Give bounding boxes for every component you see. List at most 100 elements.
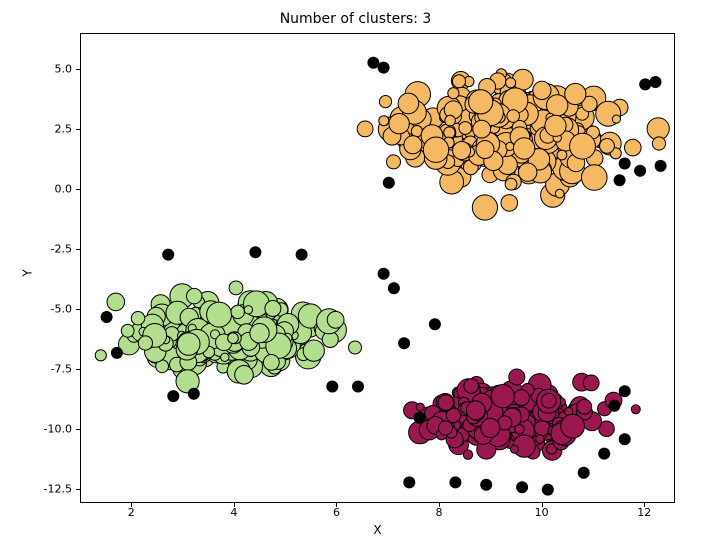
point-outlier xyxy=(326,381,338,393)
point-outlier xyxy=(650,76,662,88)
x-tick-label: 10 xyxy=(535,506,549,519)
point-cluster-0 xyxy=(265,301,281,317)
point-cluster-1 xyxy=(501,195,518,212)
point-cluster-1 xyxy=(600,139,615,154)
point-cluster-1 xyxy=(389,114,409,134)
point-outlier xyxy=(542,484,554,496)
x-tick-label: 12 xyxy=(637,506,651,519)
x-tick-label: 6 xyxy=(333,506,340,519)
point-outlier xyxy=(608,400,620,412)
point-cluster-1 xyxy=(652,137,665,150)
point-cluster-2 xyxy=(464,379,479,394)
point-cluster-1 xyxy=(472,195,497,220)
point-cluster-1 xyxy=(557,150,567,160)
point-cluster-2 xyxy=(466,401,485,420)
point-cluster-1 xyxy=(582,165,608,191)
point-cluster-0 xyxy=(250,324,269,343)
y-tick-label: -7.5 xyxy=(22,362,72,375)
point-cluster-2 xyxy=(561,414,585,438)
point-cluster-0 xyxy=(349,341,362,354)
point-outlier xyxy=(367,57,379,69)
point-cluster-0 xyxy=(244,306,252,314)
point-cluster-1 xyxy=(625,139,642,156)
point-outlier xyxy=(619,158,631,170)
point-cluster-0 xyxy=(121,324,134,337)
point-cluster-1 xyxy=(379,96,391,108)
point-outlier xyxy=(111,347,123,359)
point-cluster-2 xyxy=(491,385,514,408)
point-outlier xyxy=(388,282,400,294)
point-outlier xyxy=(167,390,179,402)
point-cluster-1 xyxy=(505,178,517,190)
point-outlier xyxy=(249,246,261,258)
x-axis-label: X xyxy=(80,523,675,537)
y-tick-label: -5.0 xyxy=(22,302,72,315)
y-tick-label: 0.0 xyxy=(22,182,72,195)
chart-title: Number of clusters: 3 xyxy=(0,11,711,27)
point-outlier xyxy=(414,412,426,424)
point-cluster-1 xyxy=(533,81,551,99)
point-cluster-0 xyxy=(177,333,200,356)
point-outlier xyxy=(480,479,492,491)
point-outlier xyxy=(614,174,626,186)
point-cluster-1 xyxy=(445,115,456,126)
point-cluster-0 xyxy=(207,302,232,327)
point-cluster-1 xyxy=(444,127,455,138)
point-cluster-1 xyxy=(507,110,520,123)
point-cluster-2 xyxy=(583,375,599,391)
point-cluster-1 xyxy=(513,138,534,159)
point-outlier xyxy=(352,381,364,393)
point-cluster-2 xyxy=(511,445,519,453)
x-tick-label: 4 xyxy=(230,506,237,519)
point-cluster-2 xyxy=(416,403,424,411)
point-cluster-2 xyxy=(536,435,544,443)
point-cluster-1 xyxy=(512,69,533,90)
point-cluster-0 xyxy=(263,355,279,371)
point-cluster-0 xyxy=(131,312,144,325)
point-cluster-1 xyxy=(423,137,448,162)
point-cluster-1 xyxy=(469,90,493,114)
point-outlier xyxy=(378,62,390,74)
point-outlier xyxy=(378,268,390,280)
point-cluster-2 xyxy=(577,399,592,414)
point-cluster-1 xyxy=(448,88,459,99)
y-tick-label: 5.0 xyxy=(22,62,72,75)
point-cluster-1 xyxy=(476,141,494,159)
point-outlier xyxy=(578,467,590,479)
point-outlier xyxy=(598,448,610,460)
point-cluster-0 xyxy=(303,340,324,361)
point-cluster-2 xyxy=(541,393,556,408)
point-cluster-0 xyxy=(235,366,254,385)
point-cluster-1 xyxy=(555,189,564,198)
point-cluster-2 xyxy=(439,421,453,435)
figure: Number of clusters: 3 Y X 24681012 -12.5… xyxy=(0,0,711,545)
point-cluster-1 xyxy=(453,142,471,160)
point-outlier xyxy=(655,160,667,172)
point-outlier xyxy=(398,337,410,349)
point-cluster-0 xyxy=(107,293,125,311)
point-outlier xyxy=(162,249,174,261)
point-cluster-0 xyxy=(327,311,344,328)
point-cluster-0 xyxy=(95,350,106,361)
y-tick-label: 2.5 xyxy=(22,122,72,135)
point-cluster-0 xyxy=(187,288,202,303)
point-cluster-1 xyxy=(545,115,566,136)
point-outlier xyxy=(403,476,415,488)
point-cluster-2 xyxy=(535,420,550,435)
point-outlier xyxy=(516,481,528,493)
point-cluster-1 xyxy=(473,120,491,138)
point-cluster-1 xyxy=(357,121,373,137)
point-cluster-2 xyxy=(513,390,529,406)
point-outlier xyxy=(296,249,308,261)
point-cluster-1 xyxy=(565,83,586,104)
point-outlier xyxy=(449,476,461,488)
plot-area xyxy=(80,33,675,503)
point-outlier xyxy=(619,433,631,445)
point-cluster-0 xyxy=(229,281,243,295)
point-cluster-0 xyxy=(228,333,239,344)
x-tick-label: 8 xyxy=(436,506,443,519)
point-cluster-1 xyxy=(570,133,596,159)
point-cluster-1 xyxy=(404,136,422,154)
point-outlier xyxy=(101,311,113,323)
y-tick-label: -2.5 xyxy=(22,242,72,255)
